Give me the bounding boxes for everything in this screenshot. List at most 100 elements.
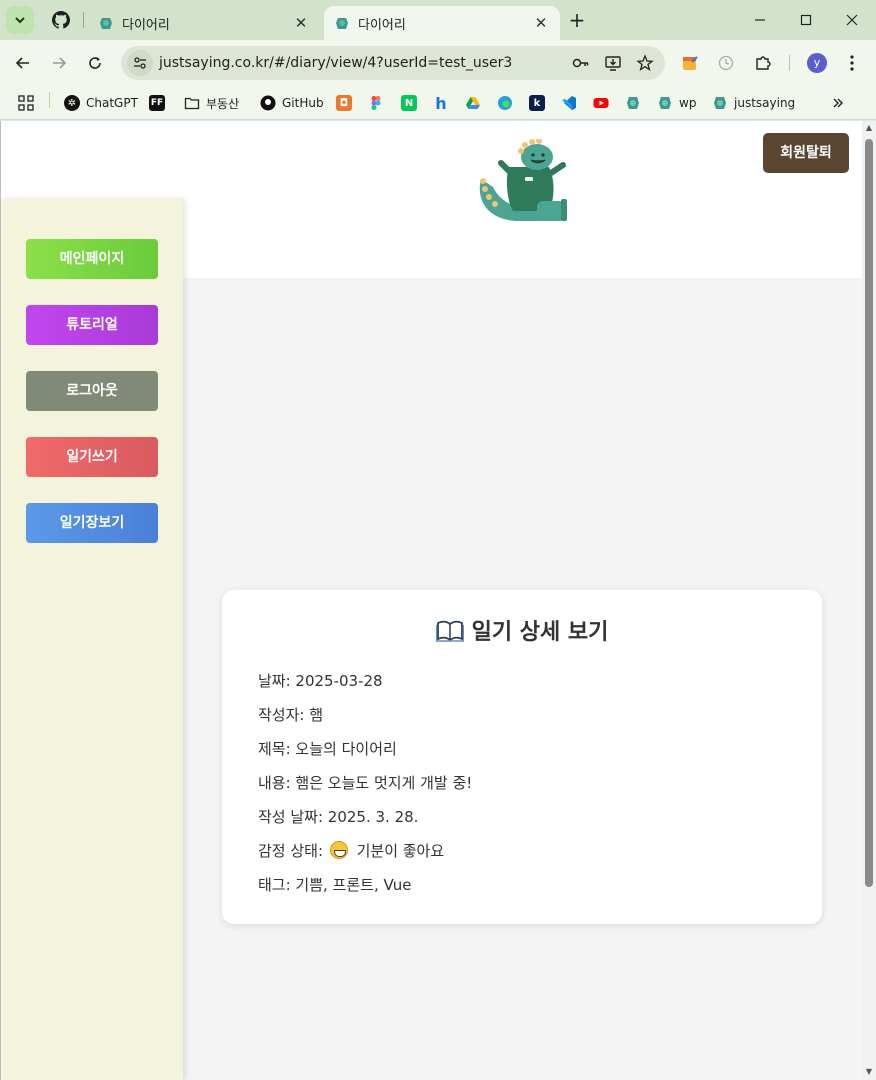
dino-icon (714, 97, 726, 109)
close-icon[interactable]: ✕ (532, 14, 550, 32)
bookmark-folder-realestate[interactable]: 부동산 (184, 92, 239, 114)
arrow-right-icon (53, 57, 67, 69)
maximize-button[interactable] (783, 6, 829, 34)
diary-tags: 태그: 기쁨, 프론트, Vue (258, 876, 412, 894)
apps-button[interactable] (18, 92, 34, 114)
diary-content: 내용: 햄은 오늘도 멋지게 개발 중! (258, 774, 473, 792)
figma-icon (371, 96, 381, 110)
sidebar-item-logout[interactable]: 로그아웃 (26, 371, 158, 411)
bookmark-wp[interactable]: wp (657, 92, 696, 114)
minimize-button[interactable] (737, 6, 783, 34)
naver-icon: N (401, 95, 417, 111)
install-app-button[interactable] (601, 51, 625, 75)
bookmark-chatgpt[interactable]: ✲ ChatGPT (64, 92, 138, 114)
bookmark-figma[interactable] (368, 92, 390, 114)
bookmark-google-drive[interactable] (465, 92, 487, 114)
close-icon[interactable]: ✕ (292, 14, 310, 32)
bookmark-label: wp (679, 96, 697, 110)
site-info-button[interactable] (127, 50, 153, 76)
extensions-button[interactable] (751, 51, 775, 75)
sidebar-item-main[interactable]: 메인페이지 (26, 239, 158, 279)
open-book-icon (435, 620, 464, 642)
puzzle-icon (756, 56, 771, 70)
more-vert-icon (850, 55, 854, 71)
diary-author: 작성자: 햄 (258, 706, 324, 724)
tab-title: 다이어리 (358, 17, 406, 33)
diary-written-date: 작성 날짜: 2025. 3. 28. (258, 808, 419, 826)
h-icon: h (435, 93, 447, 113)
sidebar: 메인페이지 튜토리얼 로그아웃 일기쓰기 일기장보기 (1, 199, 183, 1080)
bookmarks-overflow-button[interactable] (831, 92, 845, 114)
maximize-icon (800, 14, 812, 26)
chatgpt-icon: ✲ (64, 95, 80, 111)
menu-button[interactable] (840, 51, 864, 75)
minimize-icon (755, 19, 765, 21)
tune-icon (134, 57, 146, 69)
withdraw-button[interactable]: 회원탈퇴 (763, 133, 849, 173)
pinned-tab-github[interactable] (44, 4, 78, 36)
bookmark-ff[interactable]: FF (149, 92, 171, 114)
dinosaur-mascot-logo[interactable] (471, 139, 571, 229)
dino-favicon-icon (336, 18, 348, 29)
close-icon (846, 14, 858, 26)
tab-search-button[interactable] (6, 6, 34, 34)
vscode-icon (562, 96, 576, 110)
bookmark-github[interactable]: GitHub (260, 92, 324, 114)
bookmark-naver[interactable]: N (401, 92, 423, 114)
extension-notes-button[interactable] (678, 51, 702, 75)
diary-emotion: 감정 상태: 기분이 좋아요 (258, 840, 444, 861)
apps-grid-icon (18, 95, 34, 111)
dino-icon (627, 97, 639, 109)
install-icon (605, 56, 621, 71)
url-text[interactable]: justsaying.co.kr/#/diary/view/4?userId=t… (159, 55, 569, 71)
tab-diary-1[interactable]: 다이어리 ✕ (88, 6, 320, 40)
bookmark-h[interactable]: h (433, 92, 455, 114)
back-button[interactable] (10, 50, 36, 76)
key-icon (572, 58, 589, 68)
page-scrollbar[interactable]: ▲ ▼ (862, 121, 876, 1080)
profile-avatar[interactable]: y (807, 53, 827, 73)
bookmark-label: justsaying (734, 96, 796, 110)
browser-toolbar: justsaying.co.kr/#/diary/view/4?userId=t… (0, 40, 876, 86)
tab-strip: 다이어리 ✕ 다이어리 ✕ + (0, 0, 876, 40)
diary-date: 날짜: 2025-03-28 (258, 672, 383, 690)
bookmark-k[interactable]: k (529, 92, 551, 114)
scroll-down-arrow-icon[interactable]: ▼ (865, 1067, 873, 1077)
bookmarks-separator (49, 92, 50, 108)
reload-icon (89, 57, 101, 69)
bookmark-star-button[interactable] (633, 51, 657, 75)
address-bar[interactable]: justsaying.co.kr/#/diary/view/4?userId=t… (121, 46, 665, 80)
bookmark-edge[interactable] (497, 92, 519, 114)
dino-icon (659, 97, 671, 109)
github-icon (52, 11, 70, 29)
google-drive-icon (466, 97, 480, 109)
bookmark-justsaying[interactable]: justsaying (712, 92, 795, 114)
tab-separator (83, 12, 84, 28)
new-tab-button[interactable]: + (565, 9, 589, 33)
sidebar-item-tutorial[interactable]: 튜토리얼 (26, 305, 158, 345)
bookmark-label: GitHub (282, 96, 324, 110)
password-key-button[interactable] (569, 51, 593, 75)
bookmark-vscode[interactable] (561, 92, 583, 114)
reload-button[interactable] (82, 50, 108, 76)
ff-icon: FF (149, 95, 165, 111)
bookmark-dino[interactable] (625, 92, 647, 114)
scroll-up-arrow-icon[interactable]: ▲ (865, 123, 873, 133)
star-icon (636, 54, 654, 71)
window-close-button[interactable] (829, 6, 875, 34)
tab-diary-2[interactable]: 다이어리 ✕ (324, 6, 560, 40)
bookmark-youtube[interactable] (593, 92, 615, 114)
tab-title: 다이어리 (122, 17, 170, 33)
scrollbar-thumb[interactable] (865, 139, 873, 887)
extension-clock-button[interactable] (714, 51, 738, 75)
sidebar-item-view-diaries[interactable]: 일기장보기 (26, 503, 158, 543)
orange-app-icon: ◘ (336, 95, 352, 111)
arrow-left-icon (15, 57, 29, 69)
grinning-face-icon (329, 841, 348, 859)
clock-icon (718, 55, 734, 71)
chevron-down-icon (15, 17, 25, 24)
bookmark-orange-app[interactable]: ◘ (336, 92, 358, 114)
sidebar-item-write-diary[interactable]: 일기쓰기 (26, 437, 158, 477)
dino-favicon-icon (100, 18, 112, 29)
forward-button[interactable] (46, 50, 72, 76)
